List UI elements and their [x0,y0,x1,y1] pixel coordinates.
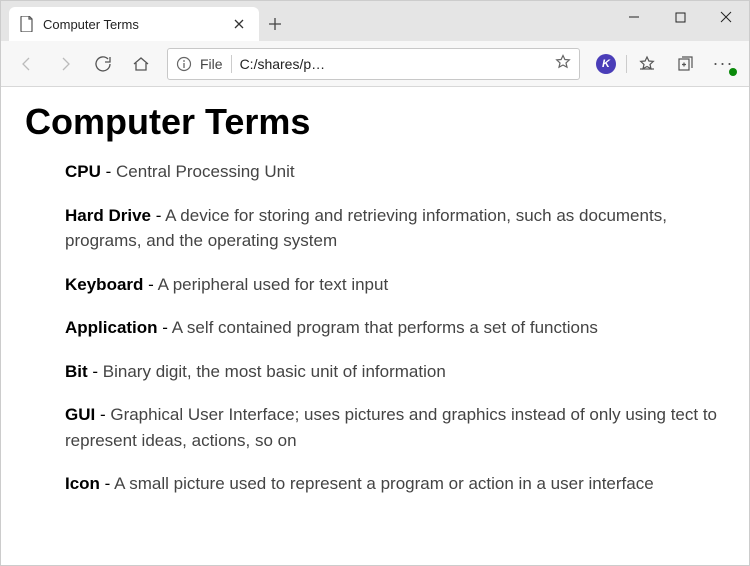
page-title: Computer Terms [25,101,725,143]
collections-button[interactable] [667,46,703,82]
term-item: Keyboard - A peripheral used for text in… [65,272,725,298]
term-name: Bit [65,362,88,381]
toolbar-divider [626,55,627,73]
term-definition: A self contained program that performs a… [172,318,598,337]
minimize-button[interactable] [611,1,657,33]
new-tab-button[interactable] [259,7,291,41]
forward-button[interactable] [47,46,83,82]
address-scheme: File [200,56,223,72]
term-item: CPU - Central Processing Unit [65,159,725,185]
term-item: Bit - Binary digit, the most basic unit … [65,359,725,385]
term-name: GUI [65,405,95,424]
refresh-button[interactable] [85,46,121,82]
favorites-button[interactable] [629,46,665,82]
term-separator: - [100,474,114,493]
terms-list: CPU - Central Processing Unit Hard Drive … [25,159,725,497]
address-divider [231,55,232,73]
term-name: Hard Drive [65,206,151,225]
toolbar: File C:/shares/p… K ··· [1,41,749,87]
term-name: CPU [65,162,101,181]
more-button[interactable]: ··· [705,46,741,82]
maximize-button[interactable] [657,1,703,33]
term-name: Application [65,318,158,337]
window-controls [611,1,749,33]
page-icon [19,16,35,32]
close-window-button[interactable] [703,1,749,33]
back-button[interactable] [9,46,45,82]
term-definition: A peripheral used for text input [158,275,389,294]
extension-button[interactable]: K [588,46,624,82]
term-item: Icon - A small picture used to represent… [65,471,725,497]
tab-title: Computer Terms [43,17,223,32]
term-item: Hard Drive - A device for storing and re… [65,203,725,254]
notification-dot [729,68,737,76]
term-separator: - [101,162,116,181]
term-definition: Graphical User Interface; uses pictures … [65,405,717,450]
info-icon[interactable] [176,56,192,72]
term-separator: - [158,318,172,337]
tab-close-button[interactable] [231,16,247,32]
term-item: GUI - Graphical User Interface; uses pic… [65,402,725,453]
term-separator: - [88,362,103,381]
term-name: Icon [65,474,100,493]
term-separator: - [151,206,165,225]
term-name: Keyboard [65,275,143,294]
browser-tab[interactable]: Computer Terms [9,7,259,41]
page-content: Computer Terms CPU - Central Processing … [1,87,749,565]
address-path: C:/shares/p… [240,56,547,72]
term-definition: A small picture used to represent a prog… [114,474,654,493]
term-definition: Central Processing Unit [116,162,295,181]
home-button[interactable] [123,46,159,82]
term-separator: - [95,405,110,424]
address-bar[interactable]: File C:/shares/p… [167,48,580,80]
extension-icon: K [596,54,616,74]
term-separator: - [143,275,157,294]
titlebar: Computer Terms [1,1,749,41]
term-item: Application - A self contained program t… [65,315,725,341]
term-definition: Binary digit, the most basic unit of inf… [103,362,446,381]
favorite-button[interactable] [555,54,571,73]
